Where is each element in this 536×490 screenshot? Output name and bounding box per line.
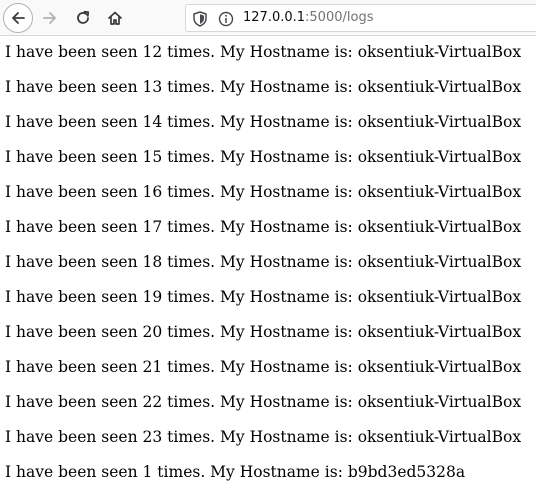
- back-button[interactable]: [3, 3, 33, 33]
- log-line: I have been seen 20 times. My Hostname i…: [5, 323, 522, 341]
- home-icon: [108, 11, 122, 25]
- arrow-right-icon: [43, 12, 56, 24]
- arrow-left-icon: [12, 12, 25, 24]
- shield-icon[interactable]: [193, 11, 207, 27]
- browser-toolbar: 127.0.0.1:5000/logs: [0, 0, 536, 36]
- reload-icon: [77, 10, 90, 24]
- url-bar[interactable]: 127.0.0.1:5000/logs: [185, 4, 536, 32]
- home-button[interactable]: [100, 3, 130, 33]
- forward-button[interactable]: [35, 3, 65, 33]
- log-line: I have been seen 21 times. My Hostname i…: [5, 358, 522, 376]
- log-line: I have been seen 19 times. My Hostname i…: [5, 288, 522, 306]
- log-line: I have been seen 23 times. My Hostname i…: [5, 428, 522, 446]
- log-line: I have been seen 15 times. My Hostname i…: [5, 148, 522, 166]
- info-icon[interactable]: [218, 11, 234, 27]
- reload-button[interactable]: [68, 3, 98, 33]
- log-line: I have been seen 17 times. My Hostname i…: [5, 218, 522, 236]
- log-line: I have been seen 14 times. My Hostname i…: [5, 113, 522, 131]
- url-path: :5000/logs: [305, 10, 374, 25]
- log-line: I have been seen 16 times. My Hostname i…: [5, 183, 522, 201]
- log-line: I have been seen 13 times. My Hostname i…: [5, 78, 522, 96]
- log-line: I have been seen 22 times. My Hostname i…: [5, 393, 522, 411]
- url-host: 127.0.0.1: [243, 10, 306, 25]
- log-line: I have been seen 12 times. My Hostname i…: [5, 43, 522, 61]
- url-text[interactable]: 127.0.0.1:5000/logs: [243, 5, 373, 31]
- log-line: I have been seen 1 times. My Hostname is…: [5, 463, 466, 481]
- log-line: I have been seen 18 times. My Hostname i…: [5, 253, 522, 271]
